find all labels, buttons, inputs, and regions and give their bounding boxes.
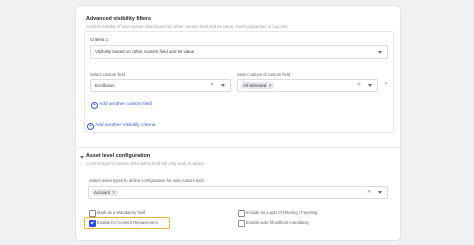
- asset-chip: Account ✕: [92, 188, 118, 196]
- content-replacement-checkbox[interactable]: [89, 220, 96, 227]
- content-replacement-checkbox-label: Enable for Content Replacement: [97, 220, 158, 225]
- chevron-down-icon[interactable]: [80, 156, 84, 159]
- clear-icon[interactable]: ✕: [367, 189, 371, 195]
- visibility-section-title: Advanced visibility filters: [86, 16, 152, 22]
- chevron-down-icon: [378, 51, 382, 54]
- custom-field-value: Evolfotion: [95, 82, 115, 88]
- values-label: Select values of custom field: [237, 72, 291, 77]
- asset-chip-label: Account: [94, 189, 110, 195]
- filtering-checkbox-label: Include as a part of Filtering / Facetin…: [246, 210, 318, 215]
- remove-row-icon[interactable]: ✕: [384, 81, 388, 87]
- criteria-type-select[interactable]: Visibility based on other custom field a…: [90, 45, 388, 59]
- add-visibility-criteria-link[interactable]: Add another Visibility criteria: [95, 123, 155, 128]
- add-icon[interactable]: +: [91, 102, 98, 109]
- chip-remove-icon[interactable]: ✕: [268, 83, 272, 88]
- clear-icon[interactable]: ✕: [357, 82, 361, 88]
- chip-remove-icon[interactable]: ✕: [112, 190, 116, 195]
- mandatory-checkbox[interactable]: [89, 210, 96, 217]
- values-chip: All Selected ✕: [241, 81, 274, 89]
- section-divider: [76, 147, 400, 148]
- chevron-down-icon: [221, 84, 225, 87]
- filtering-checkbox[interactable]: [238, 210, 245, 217]
- values-chip-label: All Selected: [243, 82, 267, 88]
- chevron-down-icon: [378, 191, 382, 194]
- auto-fill-checkbox[interactable]: [238, 220, 245, 227]
- criteria-panel: Criteria 1 Visibility based on other cus…: [84, 31, 394, 133]
- criteria-type-value: Visibility based on other custom field a…: [95, 49, 195, 54]
- asset-types-select[interactable]: Account ✕ ✕: [88, 186, 388, 199]
- criteria-title: Criteria 1: [90, 37, 109, 42]
- add-icon[interactable]: +: [87, 123, 94, 130]
- chevron-down-icon: [368, 84, 372, 87]
- clear-icon[interactable]: ✕: [210, 82, 214, 88]
- asset-section-title: Asset level configuration: [86, 153, 151, 159]
- asset-section-subtitle: Control level of custom field within fie…: [86, 161, 205, 166]
- values-select[interactable]: All Selected ✕ ✕: [237, 79, 378, 92]
- asset-types-label: Select asset types to define configurati…: [89, 178, 204, 183]
- auto-fill-checkbox-label: Enable auto-fill without mandatory: [246, 220, 310, 225]
- custom-field-select[interactable]: Evolfotion ✕: [90, 79, 231, 92]
- mandatory-checkbox-label: Mark as a Mandatory field: [97, 210, 146, 215]
- visibility-section-subtitle: Control visibility of new custom field b…: [86, 24, 289, 29]
- custom-field-label: Select custom field: [90, 72, 126, 77]
- add-custom-field-link[interactable]: Add another custom field: [99, 102, 152, 107]
- settings-card: Advanced visibility filters Control visi…: [76, 6, 400, 240]
